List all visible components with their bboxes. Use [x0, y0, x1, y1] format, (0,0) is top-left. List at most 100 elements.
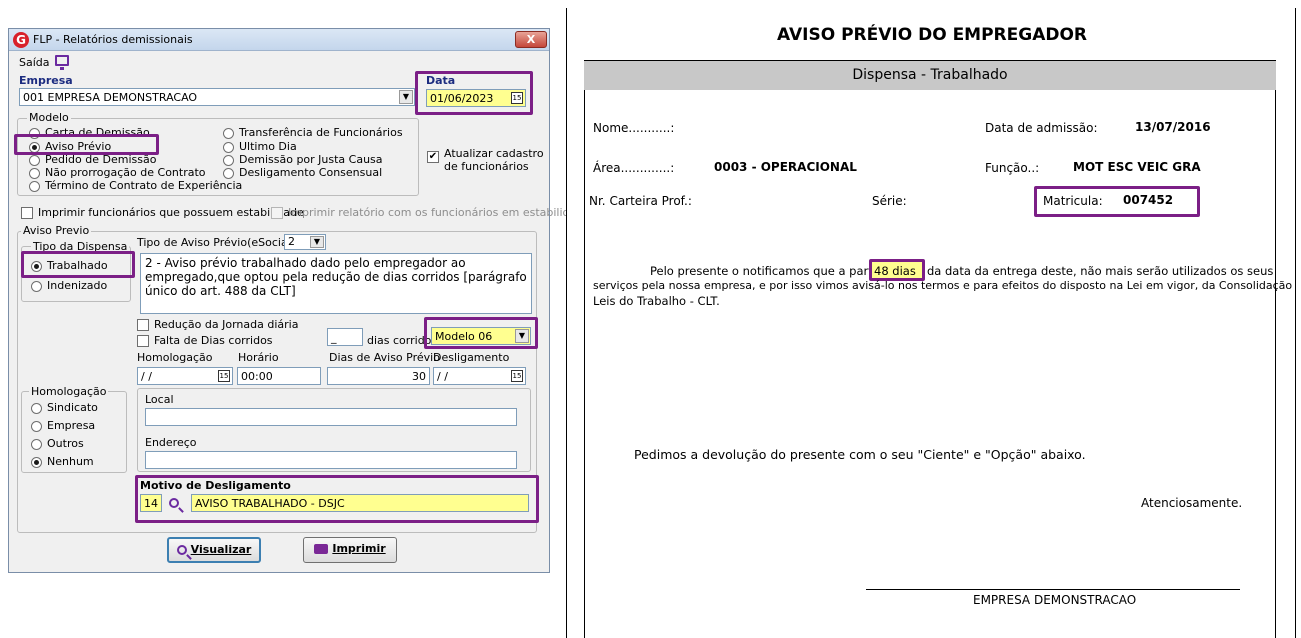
matricula-label: Matricula:: [1043, 194, 1103, 208]
radio-nenhum[interactable]: Nenhum: [31, 455, 94, 468]
radio-outros[interactable]: Outros: [31, 437, 84, 450]
local-label: Local: [145, 393, 174, 406]
chevron-down-icon[interactable]: ▼: [515, 329, 529, 343]
atualizar-cadastro-checkbox[interactable]: ✔: [427, 150, 439, 163]
radio-indenizado[interactable]: Indenizado: [31, 279, 107, 292]
radio-label: Demissão por Justa Causa: [239, 153, 383, 166]
document-preview: AVISO PRÉVIO DO EMPREGADOR Dispensa - Tr…: [566, 8, 1296, 638]
radio-label: Transferência de Funcionários: [239, 126, 403, 139]
radio-circle[interactable]: [31, 456, 42, 468]
search-icon[interactable]: [169, 496, 183, 509]
falta-dias-checkbox[interactable]: Falta de Dias corridos: [137, 334, 273, 347]
radio-circle[interactable]: [31, 420, 42, 432]
visualizar-button[interactable]: Visualizar: [167, 537, 261, 563]
motivo-label: Motivo de Desligamento: [140, 479, 291, 492]
empresa-select[interactable]: 001 EMPRESA DEMONSTRACAO ▼: [19, 88, 415, 106]
dias-aviso-value: 30: [412, 370, 426, 383]
radio-label: Outros: [47, 437, 84, 450]
data-field[interactable]: 01/06/2023 15: [426, 89, 526, 107]
monitor-icon[interactable]: [55, 55, 69, 70]
radio-circle[interactable]: [223, 167, 234, 179]
horario-field[interactable]: 00:00: [237, 367, 321, 385]
paragraph-line1: Pelo presente o notificamos que a partir…: [650, 263, 899, 279]
imprimir-button[interactable]: Imprimir: [303, 537, 397, 563]
empresa-value: 001 EMPRESA DEMONSTRACAO: [23, 91, 198, 104]
descricao-textarea[interactable]: 2 - Aviso prévio trabalhado dado pelo em…: [140, 253, 532, 314]
radio-consensual[interactable]: Desligamento Consensual: [223, 166, 382, 179]
tipo-esocial-label: Tipo de Aviso Prévio(eSocial):: [137, 236, 299, 249]
radio-label: Término de Contrato de Experiência: [45, 179, 243, 192]
checkbox-box[interactable]: [21, 207, 33, 219]
radio-label: Ultimo Dia: [239, 140, 297, 153]
radio-circle[interactable]: [29, 180, 40, 192]
empresa-label: Empresa: [19, 74, 73, 87]
document-band: Dispensa - Trabalhado: [584, 60, 1276, 90]
paragraph-line2: serviços pela nossa empresa, e por isso …: [593, 279, 1293, 292]
tipo-esocial-select[interactable]: 2 ▼: [284, 234, 326, 250]
chevron-down-icon[interactable]: ▼: [399, 90, 413, 104]
calendar-icon[interactable]: 15: [511, 370, 523, 382]
checkbox-box[interactable]: [137, 319, 149, 331]
imprimir-relatorio-checkbox[interactable]: Imprimir relatório com os funcionários e…: [271, 206, 590, 219]
radio-circle[interactable]: [223, 127, 234, 139]
radio-circle[interactable]: [29, 167, 40, 179]
report-dialog: G FLP - Relatórios demissionais X Saída …: [8, 28, 590, 573]
radio-ultimo-dia[interactable]: Ultimo Dia: [223, 140, 297, 153]
imprimir-estabilidade-checkbox[interactable]: Imprimir funcionários que possuem estabi…: [21, 206, 304, 219]
chevron-down-icon[interactable]: ▼: [310, 236, 324, 248]
radio-nao-prorrogacao[interactable]: Não prorrogação de Contrato: [29, 166, 206, 179]
radio-justa-causa[interactable]: Demissão por Justa Causa: [223, 153, 383, 166]
radio-circle[interactable]: [31, 402, 42, 414]
endereco-label: Endereço: [145, 436, 197, 449]
radio-circle[interactable]: [31, 438, 42, 450]
menu-saida[interactable]: Saída: [19, 56, 50, 69]
modelo-select[interactable]: Modelo 06 ▼: [431, 327, 531, 345]
dias-corridos-input[interactable]: _: [327, 328, 363, 346]
radio-circle[interactable]: [31, 280, 42, 292]
atualizar-line1: Atualizar cadastro: [444, 147, 544, 160]
atualizar-cadastro-label: Atualizar cadastro de funcionários: [444, 147, 544, 173]
funcao-label: Função..:: [985, 161, 1040, 175]
funcao-value: MOT ESC VEIC GRA: [1073, 160, 1201, 174]
checkbox-box[interactable]: [271, 207, 283, 219]
admissao-value: 13/07/2016: [1135, 120, 1211, 134]
homologacao-date-field[interactable]: / / 15: [137, 367, 233, 385]
window-title: FLP - Relatórios demissionais: [33, 33, 193, 46]
serie-label: Série:: [872, 194, 907, 208]
checkbox-box[interactable]: [137, 335, 149, 347]
dias-aviso-field[interactable]: 30: [327, 367, 430, 385]
checkbox-label: Falta de Dias corridos: [154, 334, 273, 347]
reducao-jornada-checkbox[interactable]: Redução da Jornada diária: [137, 318, 298, 331]
horario-value: 00:00: [241, 370, 273, 383]
radio-circle[interactable]: [29, 154, 40, 166]
checkbox-label: Imprimir funcionários que possuem estabi…: [38, 206, 304, 219]
radio-transferencia[interactable]: Transferência de Funcionários: [223, 126, 403, 139]
para1-days: 48 dias: [874, 264, 916, 278]
para1-after: da data da entrega deste, não mais serão…: [927, 264, 1274, 278]
area-label: Área.............:: [593, 161, 675, 175]
horario-label: Horário: [238, 351, 279, 364]
motivo-desc-input[interactable]: AVISO TRABALHADO - DSJC: [191, 494, 529, 512]
dias-corridos-value: _: [331, 331, 337, 344]
calendar-icon[interactable]: 15: [511, 92, 523, 104]
matricula-value: 007452: [1123, 193, 1174, 207]
admissao-label: Data de admissão:: [985, 121, 1098, 135]
modelo-group-title: Modelo: [27, 111, 71, 124]
endereco-input[interactable]: [145, 451, 517, 469]
imprimir-label: Imprimir: [332, 542, 386, 555]
local-input[interactable]: [145, 408, 517, 426]
radio-empresa[interactable]: Empresa: [31, 419, 95, 432]
motivo-code-input[interactable]: 14: [140, 494, 162, 512]
calendar-icon[interactable]: 15: [218, 370, 230, 382]
document-title: AVISO PRÉVIO DO EMPREGADOR: [776, 25, 1088, 45]
close-button[interactable]: X: [515, 31, 547, 48]
radio-circle[interactable]: [223, 154, 234, 166]
radio-termino-contrato[interactable]: Término de Contrato de Experiência: [29, 179, 242, 192]
nome-label: Nome...........:: [593, 121, 675, 135]
desligamento-field[interactable]: / / 15: [433, 367, 526, 385]
motivo-desc-value: AVISO TRABALHADO - DSJC: [195, 497, 345, 510]
radio-sindicato[interactable]: Sindicato: [31, 401, 98, 414]
signature-line: [866, 589, 1240, 590]
checkbox-box[interactable]: ✔: [427, 151, 439, 163]
radio-circle[interactable]: [223, 141, 234, 153]
